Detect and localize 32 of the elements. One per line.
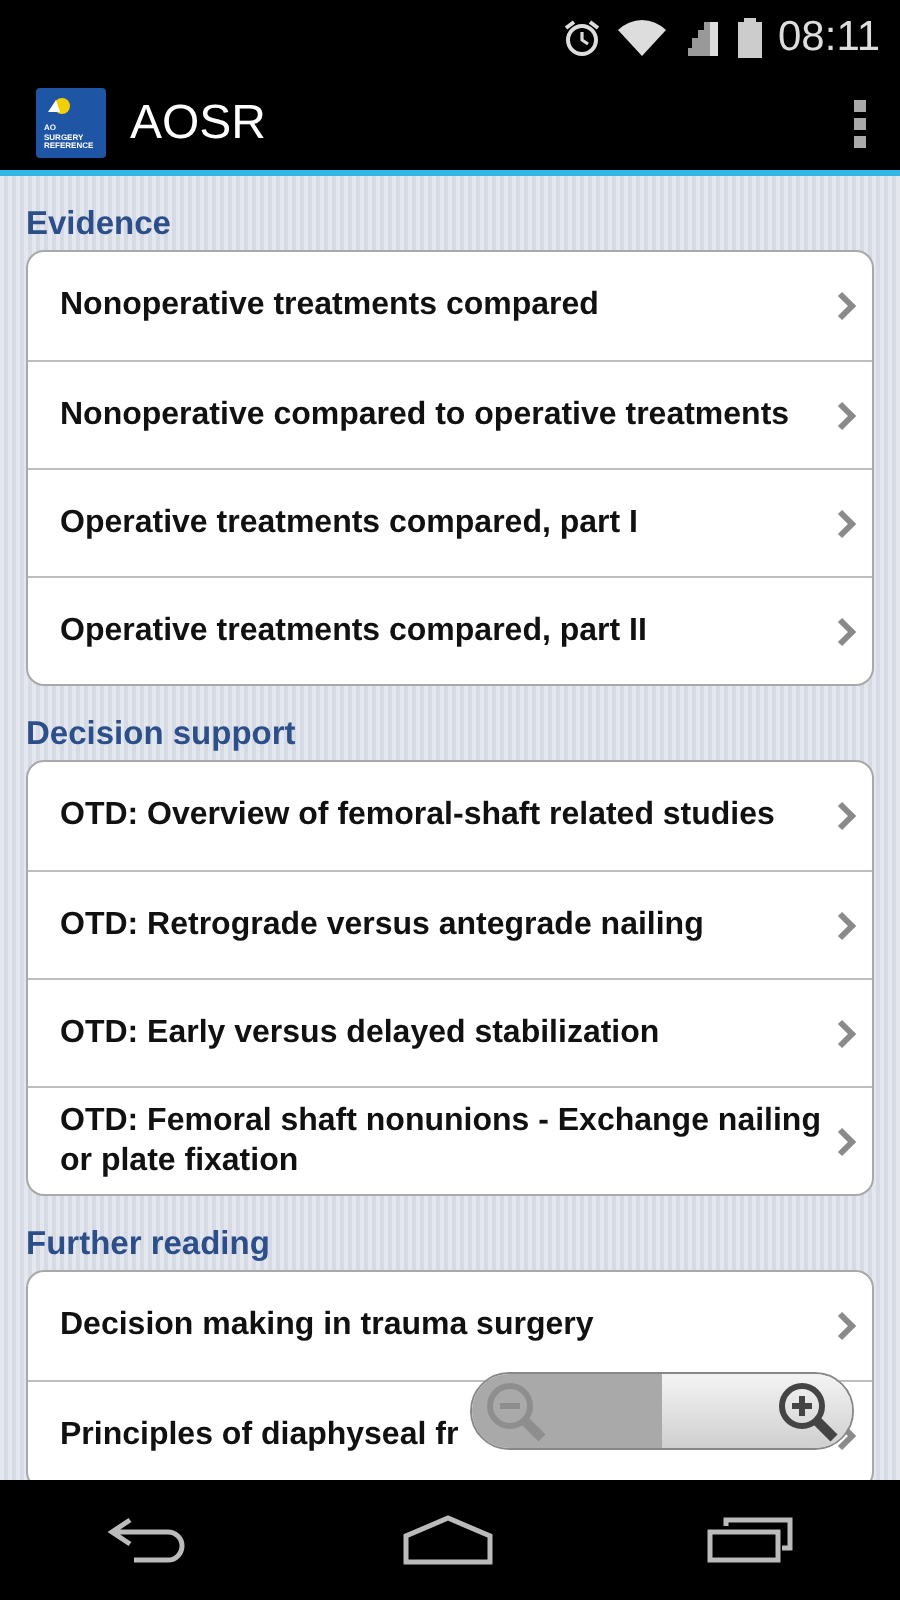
list-item[interactable]: OTD: Retrograde versus antegrade nailing — [28, 870, 872, 978]
list-item[interactable]: Operative treatments compared, part II — [28, 576, 872, 684]
section-header: Evidence — [26, 204, 173, 246]
chevron-icon — [836, 290, 856, 322]
list-item[interactable]: Operative treatments compared, part I — [28, 468, 872, 576]
chevron-icon — [836, 1125, 856, 1157]
wifi-icon — [618, 20, 666, 56]
section-header: Further reading — [26, 1224, 272, 1266]
list-item[interactable]: OTD: Early versus delayed stabilization — [28, 978, 872, 1086]
zoom-out-icon — [484, 1379, 548, 1443]
chevron-icon — [836, 1017, 856, 1049]
battery-icon — [738, 18, 762, 58]
chevron-icon — [836, 800, 856, 832]
list-item[interactable]: OTD: Overview of femoral-shaft related studies — [28, 762, 872, 870]
list-item[interactable]: Nonoperative treatments compared — [28, 252, 872, 360]
signal-icon — [682, 20, 722, 56]
zoom-in-icon — [776, 1379, 840, 1443]
list-item[interactable]: Decision making in trauma surgery — [28, 1272, 872, 1380]
alarm-icon — [562, 18, 602, 58]
clock-time: 08:11 — [778, 12, 880, 65]
app-title: AOSR — [130, 93, 269, 153]
chevron-icon — [836, 615, 856, 647]
zoom-in-button[interactable] — [662, 1374, 852, 1448]
chevron-icon — [836, 909, 856, 941]
overflow-menu-icon — [852, 97, 868, 149]
chevron-icon — [836, 507, 856, 539]
list-item[interactable]: Nonoperative compared to operative treatments — [28, 360, 872, 468]
list-item[interactable]: OTD: Femoral shaft nonunions - Exchange nailing or plate fixation — [28, 1086, 872, 1194]
chevron-icon — [836, 1310, 856, 1342]
logo-emblem-icon — [48, 96, 72, 114]
chevron-icon — [836, 399, 856, 431]
section-header: Decision support — [26, 714, 298, 756]
